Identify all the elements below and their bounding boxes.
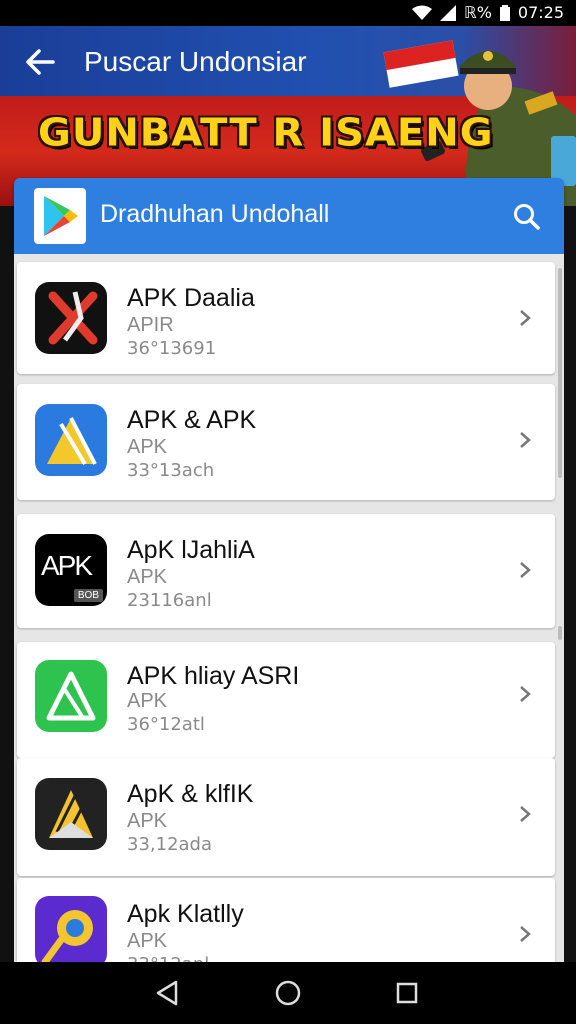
search-button[interactable]	[508, 198, 544, 234]
back-nav-icon	[156, 980, 178, 1006]
scrollbar-thumb-2[interactable]	[558, 626, 562, 640]
app-subtitle: APK	[127, 566, 168, 588]
app-icon-text: APK	[41, 550, 93, 581]
list-item[interactable]: APK hliay ASRI APK 36°12atl	[17, 642, 555, 758]
page-title: Puscar Undonsiar	[84, 46, 307, 77]
chevron-right-icon	[520, 310, 531, 326]
app-name: Apk Klatlly	[127, 900, 244, 928]
app-subtitle: APIR	[127, 314, 174, 336]
app-meta: 23116anl	[127, 590, 212, 611]
app-subtitle: APK	[127, 930, 168, 952]
app-subtitle: APK	[127, 810, 168, 832]
arrow-left-icon	[26, 49, 55, 75]
app-icon-apk-gold	[35, 778, 107, 850]
nav-home-button[interactable]	[271, 976, 305, 1010]
list-item[interactable]: APK BOB ApK lJahliA APK 23116anl	[17, 514, 555, 628]
list-item[interactable]: Apk Klatlly APK 33°12anl	[17, 878, 555, 962]
signal-icon	[440, 4, 457, 21]
app-icon-daalia	[35, 282, 107, 354]
search-bar[interactable]: Dradhuhan Undohall	[14, 178, 564, 254]
app-name: APK hliay ASRI	[127, 662, 300, 690]
app-name: APK & APK	[127, 406, 257, 434]
chevron-right-icon	[520, 806, 531, 822]
battery-percent: ℝ%	[464, 3, 492, 22]
app-meta: 33,12ada	[127, 834, 213, 855]
back-button[interactable]	[20, 42, 60, 82]
list-item[interactable]: APK & APK APK 33°13ach	[17, 384, 555, 500]
app-meta: 36°12atl	[127, 714, 205, 735]
app-icon-apk-black: APK BOB	[35, 534, 107, 606]
banner-headline: GUNBATT R ISAENG	[38, 111, 494, 155]
app-list[interactable]: APK Daalia APIR 36°13691 APK & APK APK 3…	[14, 254, 564, 962]
list-item[interactable]: APK Daalia APIR 36°13691	[17, 262, 555, 374]
navigation-bar	[0, 962, 576, 1024]
app-meta: 33°12anl	[127, 954, 209, 962]
app-icon-apk-apk	[35, 404, 107, 476]
app-meta: 36°13691	[127, 338, 217, 359]
chevron-right-icon	[520, 686, 531, 702]
app-subtitle: APK	[127, 436, 168, 458]
nav-back-button[interactable]	[150, 976, 184, 1010]
clock: 07:25	[517, 3, 564, 22]
status-icons: ℝ% 07:25	[412, 3, 564, 22]
search-input[interactable]: Dradhuhan Undohall	[100, 200, 329, 229]
app-icon-apk-green	[35, 660, 107, 732]
battery-icon	[499, 4, 510, 21]
scrollbar-thumb[interactable]	[558, 268, 562, 478]
app-icon-badge: BOB	[73, 589, 103, 602]
app-meta: 33°13ach	[127, 460, 215, 481]
list-item[interactable]: ApK & klfIK APK 33,12ada	[17, 758, 555, 876]
chevron-right-icon	[520, 432, 531, 448]
app-name: APK Daalia	[127, 284, 255, 312]
chevron-right-icon	[520, 562, 531, 578]
status-bar: ℝ% 07:25	[0, 0, 576, 26]
search-icon	[514, 204, 540, 230]
play-store-logo-icon	[34, 188, 86, 244]
wifi-icon	[412, 5, 433, 20]
app-icon-klatlly	[35, 896, 107, 962]
app-name: ApK lJahliA	[127, 536, 255, 564]
nav-recents-button[interactable]	[390, 976, 424, 1010]
app-name: ApK & klfIK	[127, 780, 254, 808]
recents-nav-icon	[396, 982, 418, 1004]
chevron-right-icon	[520, 926, 531, 942]
home-nav-icon	[275, 980, 301, 1006]
app-subtitle: APK	[127, 690, 168, 712]
